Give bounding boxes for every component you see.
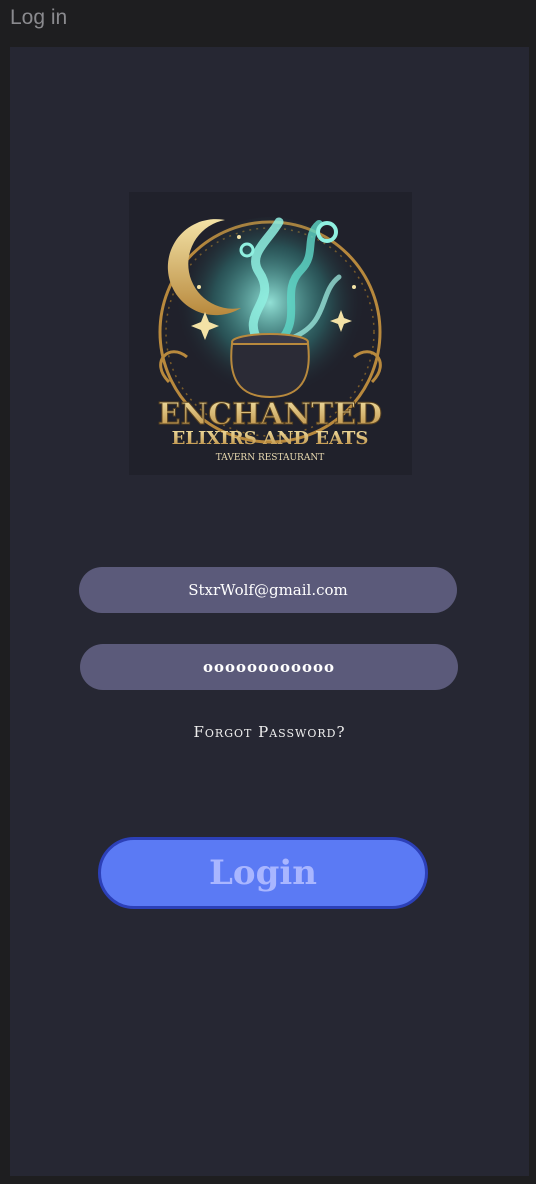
cauldron-logo-icon: ENCHANTED ELIXIRS AND EATS TAVERN RESTAU… [129, 192, 412, 475]
window-title: Log in [10, 6, 68, 29]
email-field[interactable]: StxrWolf@gmail.com [79, 567, 457, 613]
email-value: StxrWolf@gmail.com [188, 581, 348, 599]
forgot-password-link[interactable]: Forgot Password? [10, 723, 529, 741]
password-value: oooooooooooo [202, 658, 336, 676]
window-titlebar: Log in [0, 0, 536, 42]
logo-line1: ENCHANTED [158, 397, 382, 432]
login-panel: ENCHANTED ELIXIRS AND EATS TAVERN RESTAU… [10, 47, 529, 1176]
restaurant-logo: ENCHANTED ELIXIRS AND EATS TAVERN RESTAU… [129, 192, 412, 475]
login-button[interactable]: Login [98, 837, 428, 909]
logo-line3: TAVERN RESTAURANT [216, 453, 324, 463]
logo-line2: ELIXIRS AND EATS [172, 428, 369, 449]
login-button-label: Login [209, 853, 317, 893]
password-field[interactable]: oooooooooooo [80, 644, 458, 690]
